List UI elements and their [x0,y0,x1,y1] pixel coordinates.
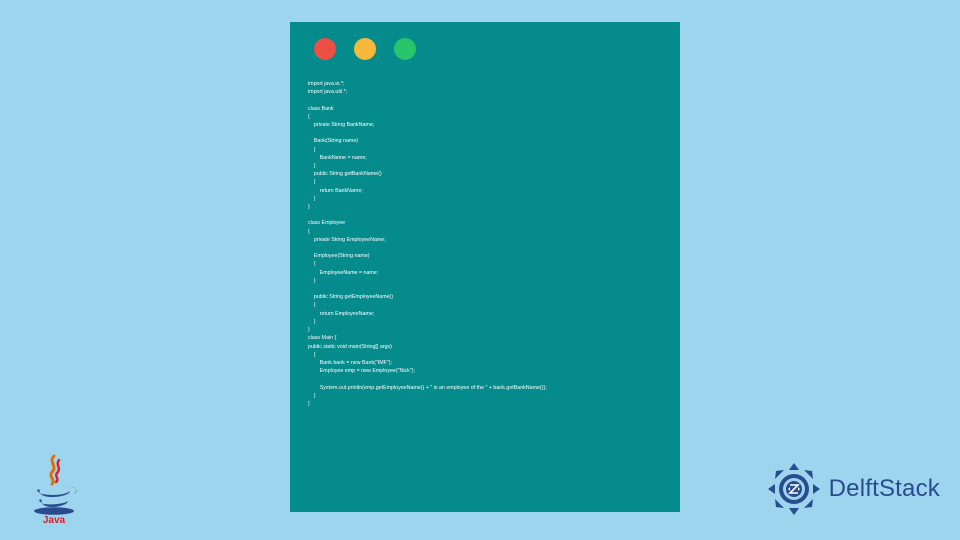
code-window: import java.io.*; import java.util.*; cl… [290,22,680,512]
delftstack-text: DelftStack [829,475,940,503]
svg-text:Java: Java [43,515,66,524]
delftstack-icon [765,460,823,518]
close-dot [314,38,336,60]
maximize-dot [394,38,416,60]
minimize-dot [354,38,376,60]
java-logo: Java [28,454,80,524]
code-content: import java.io.*; import java.util.*; cl… [308,80,662,408]
delftstack-logo: DelftStack [765,460,940,518]
window-controls [314,38,662,60]
